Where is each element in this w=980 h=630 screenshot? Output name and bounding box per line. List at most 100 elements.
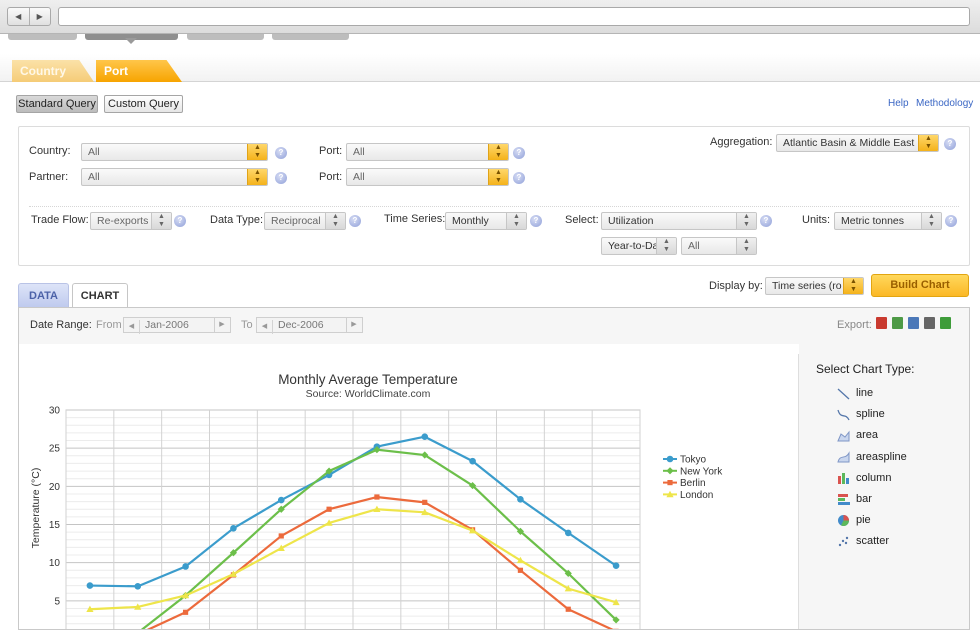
trade-flow-select[interactable]: Re-exports ▲ ▼ <box>90 212 172 230</box>
display-by-label: Display by: <box>709 280 763 292</box>
port-select-2[interactable]: All ▲ ▼ <box>346 168 509 186</box>
aggregation-label: Aggregation: <box>710 136 773 148</box>
chart-type-label: scatter <box>856 535 890 548</box>
chart-type-label: line <box>856 387 874 399</box>
partner-value: All <box>88 171 100 183</box>
build-chart-button[interactable]: Build Chart <box>871 274 969 297</box>
y-tick-label: 25 <box>49 444 61 455</box>
top-section-strip <box>0 34 980 40</box>
browser-toolbar: ◀ ▶ <box>0 0 980 34</box>
export-excel-icon[interactable] <box>892 317 903 329</box>
trade-flow-value: Re-exports <box>97 215 149 227</box>
chart-type-label: pie <box>856 514 871 527</box>
time-series-label: Time Series: <box>384 213 446 225</box>
y-tick-label: 30 <box>49 406 61 417</box>
chart-type-bar[interactable]: bar <box>837 491 872 507</box>
section-tab-3[interactable] <box>187 34 264 40</box>
select-extra[interactable]: All ▲ ▼ <box>681 237 757 255</box>
units-value: Metric tonnes <box>841 215 905 227</box>
standard-query-button[interactable]: Standard Query <box>16 95 98 113</box>
tab-chart[interactable]: CHART <box>72 283 128 308</box>
section-tab-1[interactable] <box>8 34 77 40</box>
help-icon[interactable]: ? <box>513 172 525 184</box>
print-icon[interactable] <box>924 317 935 329</box>
address-bar[interactable] <box>58 7 970 26</box>
dropdown-arrow-icon: ▲ ▼ <box>151 213 171 229</box>
chart-type-column[interactable]: column <box>837 470 891 486</box>
display-by-select[interactable]: Time series (ro ▲ ▼ <box>765 277 864 295</box>
data-point <box>565 606 571 612</box>
tab-port[interactable]: Port <box>96 60 182 82</box>
help-icon[interactable]: ? <box>349 215 361 227</box>
chart-title: Monthly Average Temperature <box>278 372 458 387</box>
select-period-value: Year-to-Da <box>608 240 659 252</box>
units-select[interactable]: Metric tonnes ▲ ▼ <box>834 212 942 230</box>
export-image-icon[interactable] <box>908 317 919 329</box>
partner-select[interactable]: All ▲ ▼ <box>81 168 268 186</box>
data-point <box>374 494 380 500</box>
chart-type-pie[interactable]: pie <box>837 512 871 528</box>
help-icon[interactable]: ? <box>945 215 957 227</box>
help-icon[interactable]: ? <box>530 215 542 227</box>
chart-type-areaspline[interactable]: areaspline <box>837 449 907 465</box>
chart-type-divider <box>798 354 799 629</box>
help-icon[interactable]: ? <box>174 215 186 227</box>
export-pdf-icon[interactable] <box>876 317 887 329</box>
areaspline-chart-icon <box>837 450 850 463</box>
tab-data[interactable]: DATA <box>18 283 69 307</box>
help-icon[interactable]: ? <box>275 147 287 159</box>
data-type-select[interactable]: Reciprocal ▲ ▼ <box>264 212 346 230</box>
chart-panel: Date Range: From ◀ Jan-2006 ▶ To ◀ Dec-200… <box>18 307 970 630</box>
y-tick-label: 5 <box>54 596 60 607</box>
chart-type-label: column <box>856 471 892 484</box>
chart-type-scatter[interactable]: scatter <box>837 533 889 549</box>
active-section-caret <box>125 38 137 44</box>
main-tab-bar: Country Port <box>0 54 980 82</box>
chart-type-title: Select Chart Type: <box>816 362 915 376</box>
bar-chart-icon <box>837 493 850 506</box>
port-value-2: All <box>353 171 365 183</box>
help-icon[interactable]: ? <box>513 147 525 159</box>
forward-icon[interactable]: ▶ <box>30 8 51 25</box>
legend-marker <box>666 455 674 463</box>
back-icon[interactable]: ◀ <box>8 8 30 25</box>
dropdown-arrow-icon: ▲ ▼ <box>843 278 863 294</box>
dropdown-arrow-icon: ▲ ▼ <box>918 135 938 151</box>
y-tick-label: 10 <box>49 558 61 569</box>
tab-country[interactable]: Country <box>12 60 94 82</box>
data-point <box>422 499 428 505</box>
data-point <box>134 583 142 590</box>
chart-type-line[interactable]: line <box>837 385 873 401</box>
chart-subtitle: Source: WorldClimate.com <box>306 388 431 400</box>
aggregation-select[interactable]: Atlantic Basin & Middle East ▲ ▼ <box>776 134 939 152</box>
dropdown-arrow-icon: ▲ ▼ <box>736 238 756 254</box>
time-series-select[interactable]: Monthly ▲ ▼ <box>445 212 527 230</box>
chart-type-spline[interactable]: spline <box>837 406 885 422</box>
data-point <box>421 433 429 441</box>
data-type-label: Data Type: <box>210 214 263 226</box>
column-chart-icon <box>837 471 850 485</box>
country-select[interactable]: All ▲ ▼ <box>81 143 268 161</box>
data-point <box>517 567 524 573</box>
app-window: Country Port Standard Query Custom Query… <box>0 34 980 630</box>
custom-query-button[interactable]: Custom Query <box>104 95 183 113</box>
spline-chart-icon <box>837 408 850 421</box>
select-metric[interactable]: Utilization ▲ ▼ <box>601 212 757 230</box>
help-link[interactable]: Help <box>888 98 909 109</box>
help-icon[interactable]: ? <box>944 138 956 150</box>
methodology-link[interactable]: Methodology <box>916 98 973 109</box>
download-icon[interactable] <box>940 317 951 329</box>
dropdown-arrow-icon: ▲ ▼ <box>921 213 941 229</box>
select-metric-value: Utilization <box>608 215 654 227</box>
pie-chart-icon <box>837 514 850 527</box>
chart-type-area[interactable]: area <box>837 427 878 443</box>
data-point <box>469 457 476 465</box>
port-select-1[interactable]: All ▲ ▼ <box>346 143 509 161</box>
dropdown-arrow-icon: ▲ ▼ <box>325 213 345 229</box>
section-tab-4[interactable] <box>272 34 349 40</box>
data-type-value: Reciprocal <box>271 215 321 227</box>
select-period[interactable]: Year-to-Da ▲ ▼ <box>601 237 677 255</box>
help-icon[interactable]: ? <box>760 215 772 227</box>
chart-type-label: spline <box>856 408 885 421</box>
help-icon[interactable]: ? <box>275 172 287 184</box>
